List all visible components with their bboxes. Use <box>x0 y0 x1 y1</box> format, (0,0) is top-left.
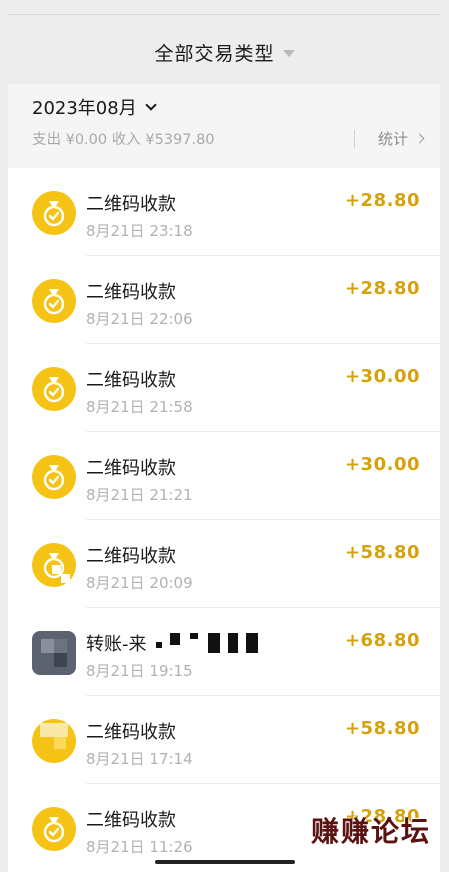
transaction-time: 8月21日 23:18 <box>86 222 193 240</box>
money-bag-icon <box>32 543 76 587</box>
transaction-amount: +68.80 <box>344 630 420 651</box>
transaction-list: 二维码收款 8月21日 23:18 +28.80 二维码收款 8月21日 22:… <box>8 168 440 872</box>
transaction-title: 二维码收款 <box>86 370 176 391</box>
transaction-title: 转账-来 <box>86 634 147 655</box>
transaction-time: 8月21日 19:15 <box>86 662 193 680</box>
transaction-amount: +28.80 <box>344 190 420 211</box>
redaction-block <box>156 642 162 648</box>
statistics-button[interactable]: 统计 <box>378 128 425 149</box>
statistics-label: 统计 <box>378 130 409 148</box>
watermark: 赚赚论坛 <box>310 815 431 848</box>
transaction-amount: +58.80 <box>344 718 420 739</box>
transaction-time: 8月21日 11:26 <box>86 838 193 856</box>
month-summary: 2023年08月 支出 ¥0.00 收入 ¥5397.80 统计 <box>8 84 440 168</box>
transaction-title: 二维码收款 <box>86 194 176 215</box>
month-selector[interactable]: 2023年08月 <box>32 94 157 120</box>
top-divider <box>8 14 441 15</box>
redaction-block <box>170 633 180 645</box>
transaction-row[interactable]: 转账-来 8月21日 19:15 +68.80 <box>8 608 440 696</box>
filter-label: 全部交易类型 <box>154 42 275 65</box>
chevron-down-icon <box>145 98 157 111</box>
money-bag-icon <box>32 807 76 851</box>
money-bag-icon <box>32 719 76 763</box>
transaction-row[interactable]: 二维码收款 8月21日 17:14 +58.80 <box>8 696 440 784</box>
transaction-title: 二维码收款 <box>86 458 176 479</box>
redaction-block <box>208 633 220 653</box>
pixelation-block <box>54 737 66 749</box>
transaction-amount: +58.80 <box>344 542 420 563</box>
transaction-time: 8月21日 21:58 <box>86 398 193 416</box>
transaction-title: 二维码收款 <box>86 546 176 567</box>
chevron-right-icon <box>414 133 425 144</box>
transaction-row[interactable]: 二维码收款 8月21日 20:09 +58.80 <box>8 520 440 608</box>
transaction-row[interactable]: 二维码收款 8月21日 22:06 +28.80 <box>8 256 440 344</box>
transaction-title: 二维码收款 <box>86 282 176 303</box>
transaction-title: 二维码收款 <box>86 722 176 743</box>
transaction-time: 8月21日 17:14 <box>86 750 193 768</box>
pixelation-block <box>40 723 68 737</box>
transaction-type-filter[interactable]: 全部交易类型 <box>0 30 449 74</box>
money-bag-icon <box>32 279 76 323</box>
transaction-row[interactable]: 二维码收款 8月21日 21:21 +30.00 <box>8 432 440 520</box>
redaction-block <box>190 633 198 639</box>
user-avatar <box>32 631 76 675</box>
transaction-amount: +30.00 <box>344 366 420 387</box>
divider <box>354 130 355 148</box>
redaction-block <box>228 633 238 653</box>
transaction-time: 8月21日 21:21 <box>86 486 193 504</box>
transaction-row[interactable]: 二维码收款 8月21日 23:18 +28.80 <box>8 168 440 256</box>
money-bag-icon <box>32 367 76 411</box>
transaction-row[interactable]: 二维码收款 8月21日 21:58 +30.00 <box>8 344 440 432</box>
month-label: 2023年08月 <box>32 98 137 119</box>
income-expense-totals: 支出 ¥0.00 收入 ¥5397.80 <box>32 132 215 148</box>
transaction-time: 8月21日 20:09 <box>86 574 193 592</box>
redaction-block <box>246 633 258 653</box>
pixelation-block <box>52 565 61 574</box>
transaction-amount: +28.80 <box>344 278 420 299</box>
transaction-title: 二维码收款 <box>86 810 176 831</box>
transaction-amount: +30.00 <box>344 454 420 475</box>
money-bag-icon <box>32 191 76 235</box>
home-indicator[interactable] <box>155 860 295 864</box>
caret-down-icon <box>282 50 295 57</box>
money-bag-icon <box>32 455 76 499</box>
transaction-time: 8月21日 22:06 <box>86 310 193 328</box>
pixelation-block <box>61 574 70 583</box>
